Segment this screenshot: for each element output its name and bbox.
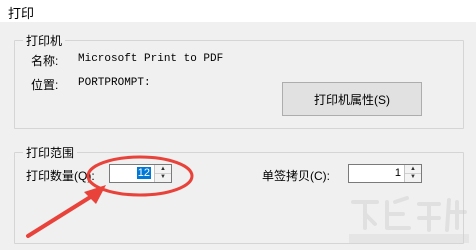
copies-spin-buttons[interactable]: ▲ ▼ — [154, 165, 171, 182]
watermark-logo — [349, 196, 469, 243]
title-bar: 打印 — [0, 0, 476, 22]
printer-location-label: 位置: — [31, 78, 59, 92]
spin-down-icon[interactable]: ▼ — [155, 173, 171, 181]
copies-label: 打印数量(Q): — [26, 169, 95, 183]
printer-properties-button[interactable]: 打印机属性(S) — [282, 82, 422, 116]
single-copy-value[interactable]: 1 — [395, 167, 401, 179]
window-title: 打印 — [8, 6, 35, 21]
single-copy-spin-buttons[interactable]: ▲ ▼ — [404, 165, 421, 182]
printer-name-label: 名称: — [31, 54, 59, 68]
printer-location-value: PORTPROMPT: — [78, 77, 151, 89]
printer-group-title: 打印机 — [23, 32, 66, 49]
copies-spinbox[interactable]: 12 ▲ ▼ — [109, 164, 172, 183]
copies-value[interactable]: 12 — [136, 167, 151, 179]
single-copy-spinbox[interactable]: 1 ▲ ▼ — [348, 164, 422, 183]
spin-down-icon[interactable]: ▼ — [405, 173, 421, 181]
printer-name-value: Microsoft Print to PDF — [78, 53, 224, 65]
single-copy-label: 单签拷贝(C): — [262, 169, 330, 183]
print-range-group-title: 打印范围 — [23, 144, 78, 161]
